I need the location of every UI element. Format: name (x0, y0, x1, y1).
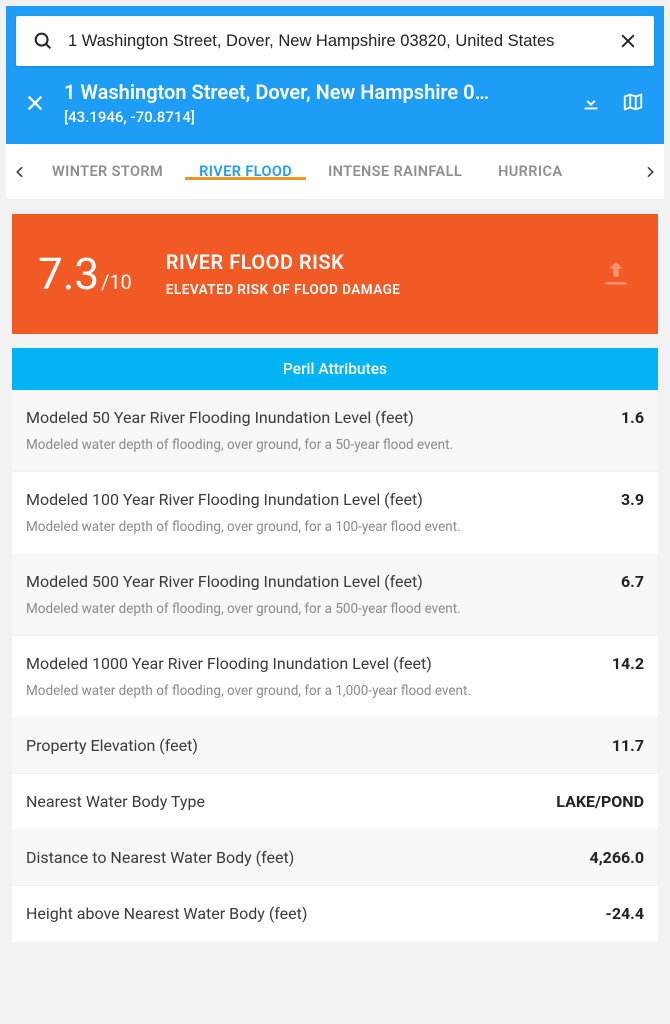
risk-card: 7.3 /10 RIVER FLOOD RISK ELEVATED RISK O… (12, 214, 658, 334)
tab-scroll-right[interactable] (636, 164, 664, 180)
attribute-value: LAKE/POND (556, 792, 644, 811)
attribute-row: Modeled 50 Year River Flooding Inundatio… (12, 390, 658, 472)
close-address-icon[interactable] (24, 92, 46, 114)
attribute-label: Modeled 1000 Year River Flooding Inundat… (26, 654, 432, 673)
attribute-label: Modeled 100 Year River Flooding Inundati… (26, 490, 423, 509)
attribute-value: 1.6 (621, 408, 644, 427)
attribute-label: Distance to Nearest Water Body (feet) (26, 848, 294, 867)
attribute-description: Modeled water depth of flooding, over gr… (26, 601, 644, 617)
attribute-row: Modeled 500 Year River Flooding Inundati… (12, 554, 658, 636)
attribute-label: Nearest Water Body Type (26, 792, 205, 811)
search-icon (32, 30, 54, 52)
attribute-value: 11.7 (612, 736, 644, 755)
tabs-bar: WINTER STORMRIVER FLOODINTENSE RAINFALLH… (6, 144, 664, 200)
attribute-description: Modeled water depth of flooding, over gr… (26, 437, 644, 453)
address-title: 1 Washington Street, Dover, New Hampshir… (64, 80, 562, 104)
risk-subtitle: ELEVATED RISK OF FLOOD DAMAGE (166, 282, 566, 298)
attribute-value: 14.2 (612, 654, 644, 673)
attribute-row: Distance to Nearest Water Body (feet) 4,2… (12, 830, 658, 886)
header: 1 Washington Street, Dover, New Hampshir… (6, 6, 664, 144)
address-coords: [43.1946, -70.8714] (64, 108, 562, 126)
attribute-value: 6.7 (621, 572, 644, 591)
risk-score-number: 7.3 (38, 248, 99, 300)
attribute-value: -24.4 (606, 904, 644, 923)
tab-winter-storm[interactable]: WINTER STORM (34, 163, 181, 180)
attribute-row: Height above Nearest Water Body (feet) -2… (12, 886, 658, 942)
tab-hurrica[interactable]: HURRICA (480, 163, 580, 180)
download-icon[interactable] (580, 91, 604, 115)
address-row: 1 Washington Street, Dover, New Hampshir… (16, 66, 654, 126)
attribute-value: 3.9 (621, 490, 644, 509)
attribute-value: 4,266.0 (590, 848, 644, 867)
search-bar (16, 16, 654, 66)
risk-score-denominator: /10 (101, 270, 132, 294)
tab-river-flood[interactable]: RIVER FLOOD (181, 163, 310, 180)
attribute-row: Modeled 100 Year River Flooding Inundati… (12, 472, 658, 554)
attribute-label: Height above Nearest Water Body (feet) (26, 904, 307, 923)
upload-icon[interactable] (600, 258, 632, 290)
attribute-label: Property Elevation (feet) (26, 736, 198, 755)
clear-search-icon[interactable] (618, 31, 638, 51)
attribute-row: Nearest Water Body Type LAKE/POND (12, 774, 658, 830)
tab-scroll-left[interactable] (6, 164, 34, 180)
attribute-description: Modeled water depth of flooding, over gr… (26, 683, 644, 699)
tab-intense-rainfall[interactable]: INTENSE RAINFALL (310, 163, 480, 180)
map-icon[interactable] (622, 91, 646, 115)
attribute-row: Property Elevation (feet) 11.7 (12, 718, 658, 774)
attributes-list: Modeled 50 Year River Flooding Inundatio… (12, 390, 658, 942)
risk-score: 7.3 /10 (38, 248, 132, 300)
attribute-label: Modeled 500 Year River Flooding Inundati… (26, 572, 423, 591)
attribute-row: Modeled 1000 Year River Flooding Inundat… (12, 636, 658, 718)
address-actions (580, 91, 646, 115)
attribute-label: Modeled 50 Year River Flooding Inundatio… (26, 408, 414, 427)
search-input[interactable] (54, 32, 618, 51)
attribute-description: Modeled water depth of flooding, over gr… (26, 519, 644, 535)
section-header: Peril Attributes (12, 348, 658, 390)
risk-title: RIVER FLOOD RISK (166, 250, 566, 274)
